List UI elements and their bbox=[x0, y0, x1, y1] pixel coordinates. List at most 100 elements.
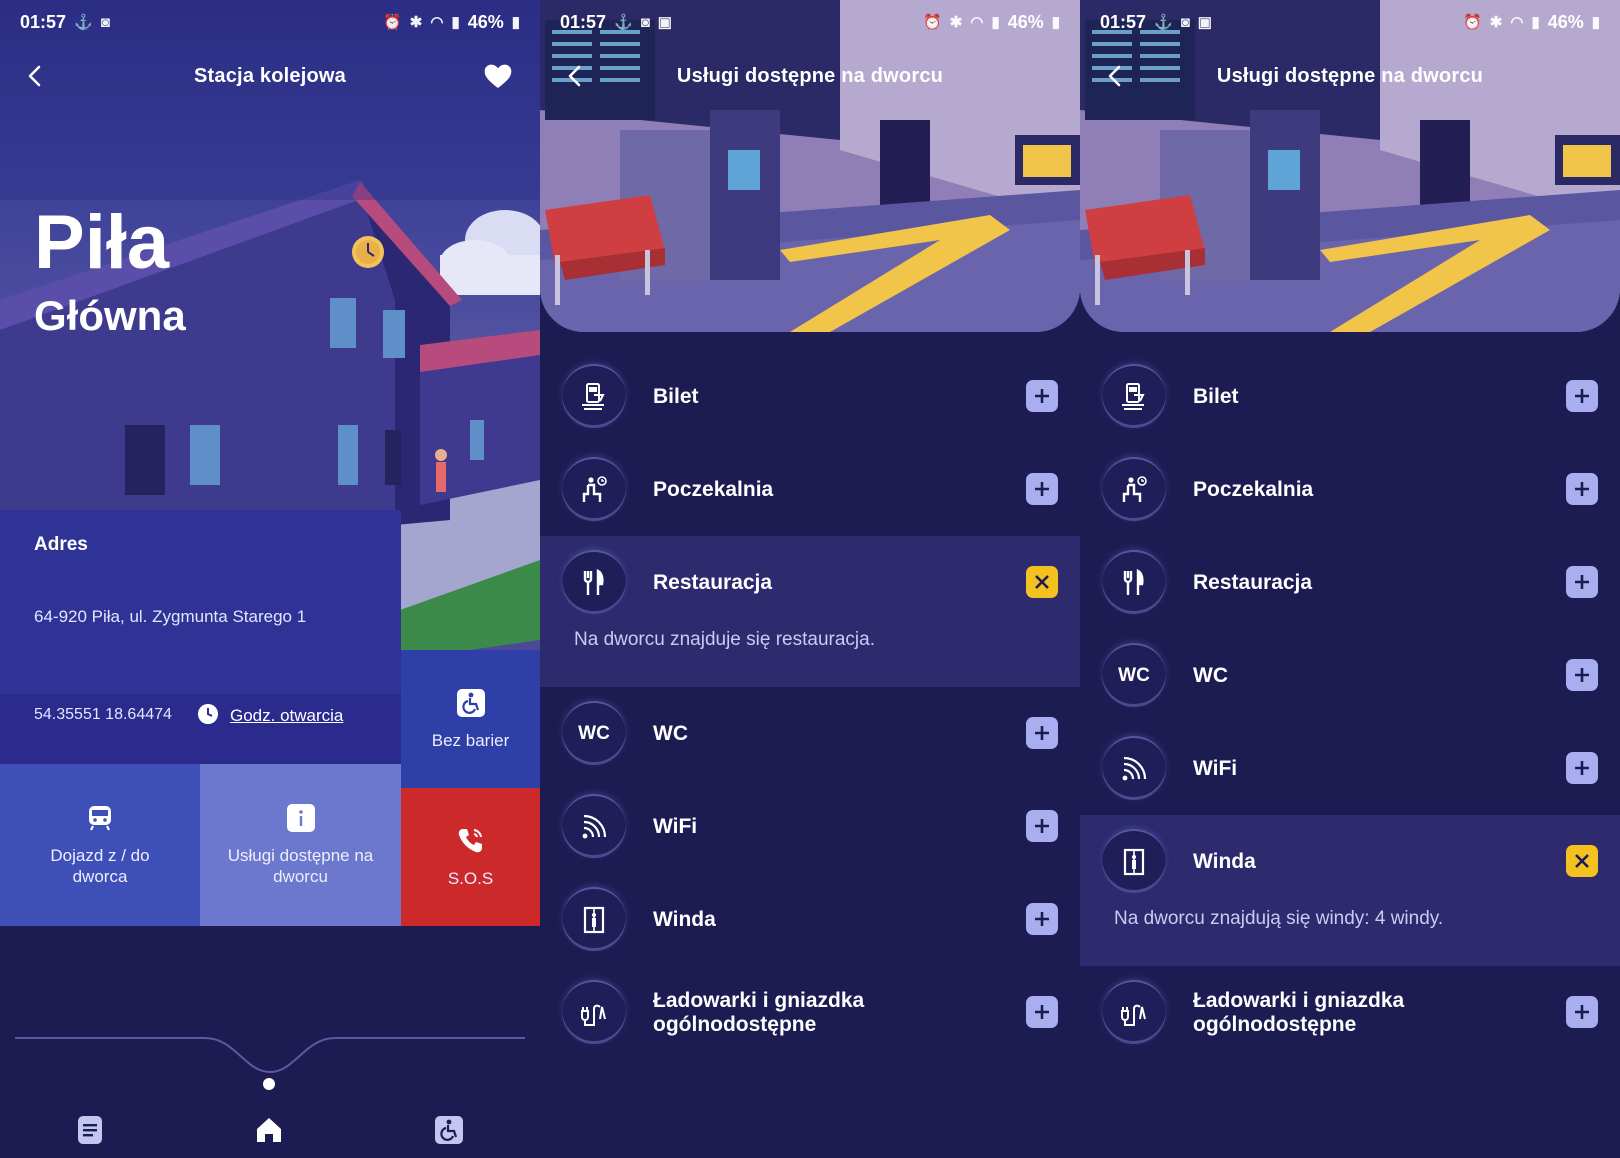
plus-icon bbox=[1575, 575, 1589, 589]
elevator-icon bbox=[583, 906, 605, 934]
service-row-elevator[interactable]: Winda bbox=[540, 873, 1080, 966]
notification-icon: ⚓ bbox=[1154, 14, 1173, 31]
battery-icon: ▮ bbox=[511, 14, 520, 31]
service-label: Restauracja bbox=[653, 570, 773, 594]
service-label: Restauracja bbox=[1193, 570, 1313, 594]
expand-button[interactable] bbox=[1566, 996, 1598, 1028]
service-row-chargers[interactable]: Ładowarki i gniazdka ogólnodostępne bbox=[1080, 966, 1620, 1059]
service-row-ticket[interactable]: Bilet bbox=[1080, 350, 1620, 443]
expand-button[interactable] bbox=[1566, 566, 1598, 598]
elevator-icon-wrap bbox=[562, 887, 626, 951]
app-notification-icon: ◙ bbox=[100, 13, 110, 31]
back-button[interactable] bbox=[18, 58, 54, 94]
nav-accessibility-button[interactable] bbox=[433, 1114, 465, 1146]
service-label: WC bbox=[653, 721, 688, 745]
collapse-button[interactable] bbox=[1566, 845, 1598, 877]
service-row-wifi[interactable]: WiFi bbox=[540, 780, 1080, 873]
status-time: 01:57 bbox=[1100, 11, 1147, 32]
alarm-icon: ⏰ bbox=[383, 14, 402, 31]
services-tile[interactable]: Usługi dostępne na dworcu bbox=[200, 764, 401, 926]
service-row-wifi[interactable]: WiFi bbox=[1080, 722, 1620, 815]
plug-icon-wrap bbox=[1102, 980, 1166, 1044]
service-label: Poczekalnia bbox=[1193, 477, 1314, 501]
plus-icon bbox=[1575, 389, 1589, 403]
top-bar: Usługi dostępne na dworcu bbox=[1080, 44, 1620, 108]
service-description: Na dworcu znajdują się windy: 4 windy. bbox=[1114, 908, 1444, 929]
expand-button[interactable] bbox=[1566, 752, 1598, 784]
services-list: Bilet Poczekalnia Restauracja bbox=[1080, 350, 1620, 1059]
gallery-icon: ▣ bbox=[1197, 14, 1212, 31]
plus-icon bbox=[1035, 726, 1049, 740]
service-row-wc[interactable]: WC WC bbox=[1080, 629, 1620, 722]
service-label: Ładowarki i gniazdka ogólnodostępne bbox=[653, 988, 865, 1036]
heart-icon[interactable] bbox=[482, 60, 514, 92]
service-row-elevator[interactable]: Winda Na dworcu znajdują się windy: 4 wi… bbox=[1080, 815, 1620, 966]
service-row-wc[interactable]: WC WC bbox=[540, 687, 1080, 780]
page-title: Stacja kolejowa bbox=[194, 64, 346, 87]
wc-icon: WC bbox=[578, 723, 610, 744]
wifi-icon bbox=[582, 814, 607, 839]
status-bar: 01:57 ⚓ ◙ ⏰ ✱ ◠ ▮ 46% ▮ bbox=[0, 0, 540, 44]
service-label: Bilet bbox=[653, 384, 699, 408]
top-bar: Stacja kolejowa bbox=[0, 44, 540, 108]
notification-icon: ⚓ bbox=[614, 14, 633, 31]
travel-tile[interactable]: Dojazd z / do dworca bbox=[0, 764, 200, 926]
service-row-chargers[interactable]: Ładowarki i gniazdka ogólnodostępne bbox=[540, 966, 1080, 1059]
back-arrow-icon bbox=[28, 65, 41, 87]
sos-tile[interactable]: S.O.S bbox=[401, 788, 540, 926]
plus-icon bbox=[1575, 668, 1589, 682]
service-row-waiting-room[interactable]: Poczekalnia bbox=[540, 443, 1080, 536]
city-name: Piła bbox=[34, 200, 170, 285]
barrier-free-tile[interactable]: Bez barier bbox=[401, 650, 540, 788]
fork-knife-icon bbox=[583, 569, 604, 595]
plug-icon bbox=[581, 1004, 606, 1026]
service-label: Winda bbox=[1193, 849, 1256, 873]
service-row-restaurant[interactable]: Restauracja Na dworcu znajduje się resta… bbox=[540, 536, 1080, 687]
battery-icon: ▮ bbox=[1591, 14, 1600, 31]
plus-icon bbox=[1035, 389, 1049, 403]
address-label: Adres bbox=[34, 534, 88, 555]
service-label: Bilet bbox=[1193, 384, 1239, 408]
service-label: WiFi bbox=[653, 814, 698, 838]
alarm-icon: ⏰ bbox=[923, 14, 942, 31]
back-button[interactable] bbox=[1098, 58, 1134, 94]
clock-icon bbox=[198, 704, 218, 724]
back-button[interactable] bbox=[558, 58, 594, 94]
expand-button[interactable] bbox=[1026, 996, 1058, 1028]
waiting-icon bbox=[1122, 476, 1147, 502]
expand-button[interactable] bbox=[1026, 380, 1058, 412]
wc-icon-wrap: WC bbox=[562, 701, 626, 765]
service-row-waiting-room[interactable]: Poczekalnia bbox=[1080, 443, 1620, 536]
service-label: Poczekalnia bbox=[653, 477, 774, 501]
plus-icon bbox=[1035, 482, 1049, 496]
fork-knife-icon bbox=[1123, 569, 1144, 595]
address-card: Adres 64-920 Piła, ul. Zygmunta Starego … bbox=[0, 510, 401, 764]
services-screen-elevator: 01:57 ⚓ ◙ ▣ ⏰ ✱ ◠ ▮ 46% ▮ Usługi dostępn… bbox=[1080, 0, 1620, 1158]
service-row-ticket[interactable]: Bilet bbox=[540, 350, 1080, 443]
services-label: Usługi dostępne na dworcu bbox=[227, 846, 374, 886]
station-name: Główna bbox=[34, 292, 186, 339]
expand-button[interactable] bbox=[1566, 659, 1598, 691]
expand-button[interactable] bbox=[1566, 380, 1598, 412]
nav-document-button[interactable] bbox=[74, 1114, 106, 1146]
service-label: Winda bbox=[653, 907, 716, 931]
document-icon bbox=[78, 1116, 102, 1144]
back-arrow-icon bbox=[1108, 65, 1121, 87]
opening-hours-link[interactable]: Godz. otwarcia bbox=[230, 706, 343, 726]
elevator-icon bbox=[1123, 848, 1145, 876]
service-row-restaurant[interactable]: Restauracja bbox=[1080, 536, 1620, 629]
expand-button[interactable] bbox=[1566, 473, 1598, 505]
collapse-button[interactable] bbox=[1026, 566, 1058, 598]
nav-home-button[interactable] bbox=[253, 1114, 285, 1146]
expand-button[interactable] bbox=[1026, 717, 1058, 749]
battery-icon: ▮ bbox=[1051, 14, 1060, 31]
coordinates: 54.35551 18.64474 bbox=[34, 706, 172, 723]
expand-button[interactable] bbox=[1026, 473, 1058, 505]
ticket-machine-icon bbox=[582, 383, 605, 410]
page-title: Usługi dostępne na dworcu bbox=[1216, 64, 1484, 87]
expand-button[interactable] bbox=[1026, 903, 1058, 935]
elevator-icon-wrap bbox=[1102, 829, 1166, 893]
expand-button[interactable] bbox=[1026, 810, 1058, 842]
top-bar: Usługi dostępne na dworcu bbox=[540, 44, 1080, 108]
battery-level: 46% bbox=[1547, 11, 1584, 32]
